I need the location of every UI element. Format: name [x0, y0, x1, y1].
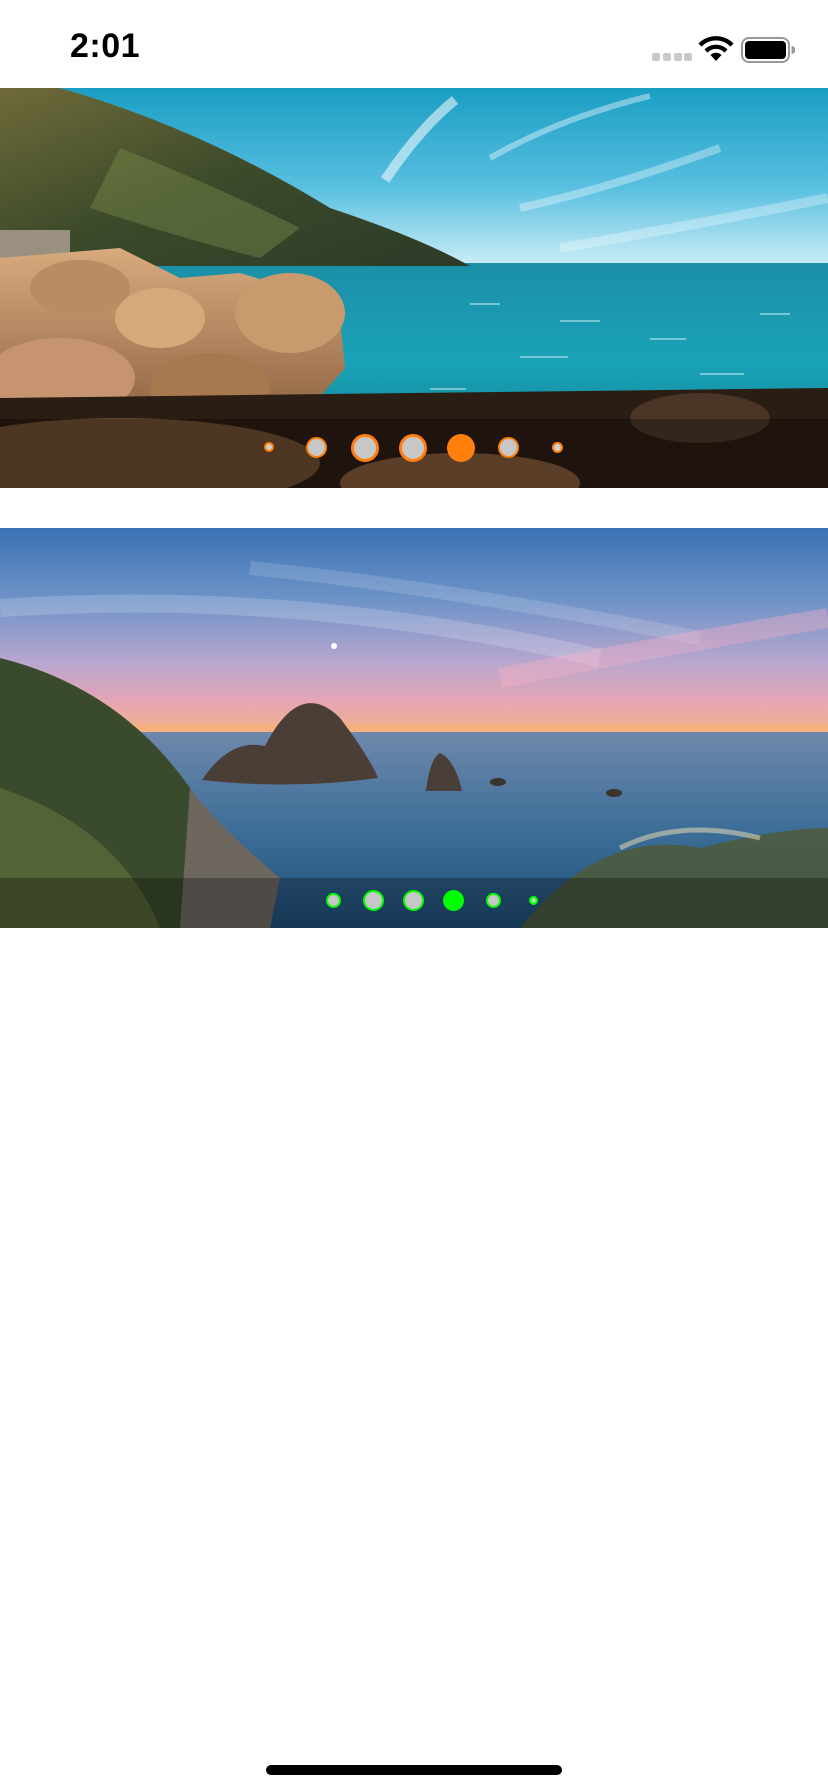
screen: 2:01 — [0, 0, 828, 1792]
page-dot-1[interactable] — [264, 442, 274, 452]
page-dot-5[interactable] — [486, 893, 501, 908]
image-carousel-coast[interactable] — [0, 88, 828, 488]
wifi-icon — [698, 36, 734, 61]
page-dot-2[interactable] — [306, 437, 327, 458]
page-dot-active[interactable] — [443, 890, 464, 911]
page-dot-3[interactable] — [351, 434, 379, 462]
home-indicator[interactable] — [266, 1765, 562, 1775]
page-dot-active[interactable] — [447, 434, 475, 462]
sunset-photo — [0, 528, 828, 928]
page-dot-7[interactable] — [552, 442, 563, 453]
page-dot-3[interactable] — [403, 890, 424, 911]
page-dot-4[interactable] — [399, 434, 427, 462]
status-bar: 2:01 — [0, 0, 828, 88]
page-dot-6[interactable] — [498, 437, 519, 458]
status-time: 2:01 — [70, 27, 141, 65]
page-dot-1[interactable] — [326, 893, 341, 908]
page-dot-2[interactable] — [363, 890, 384, 911]
page-control-coast[interactable] — [0, 419, 828, 488]
battery-icon — [741, 37, 795, 63]
page-control-sunset[interactable] — [0, 878, 828, 928]
image-carousel-sunset[interactable] — [0, 528, 828, 928]
page-dot-6[interactable] — [529, 896, 538, 905]
cellular-signal-icon — [652, 53, 692, 61]
